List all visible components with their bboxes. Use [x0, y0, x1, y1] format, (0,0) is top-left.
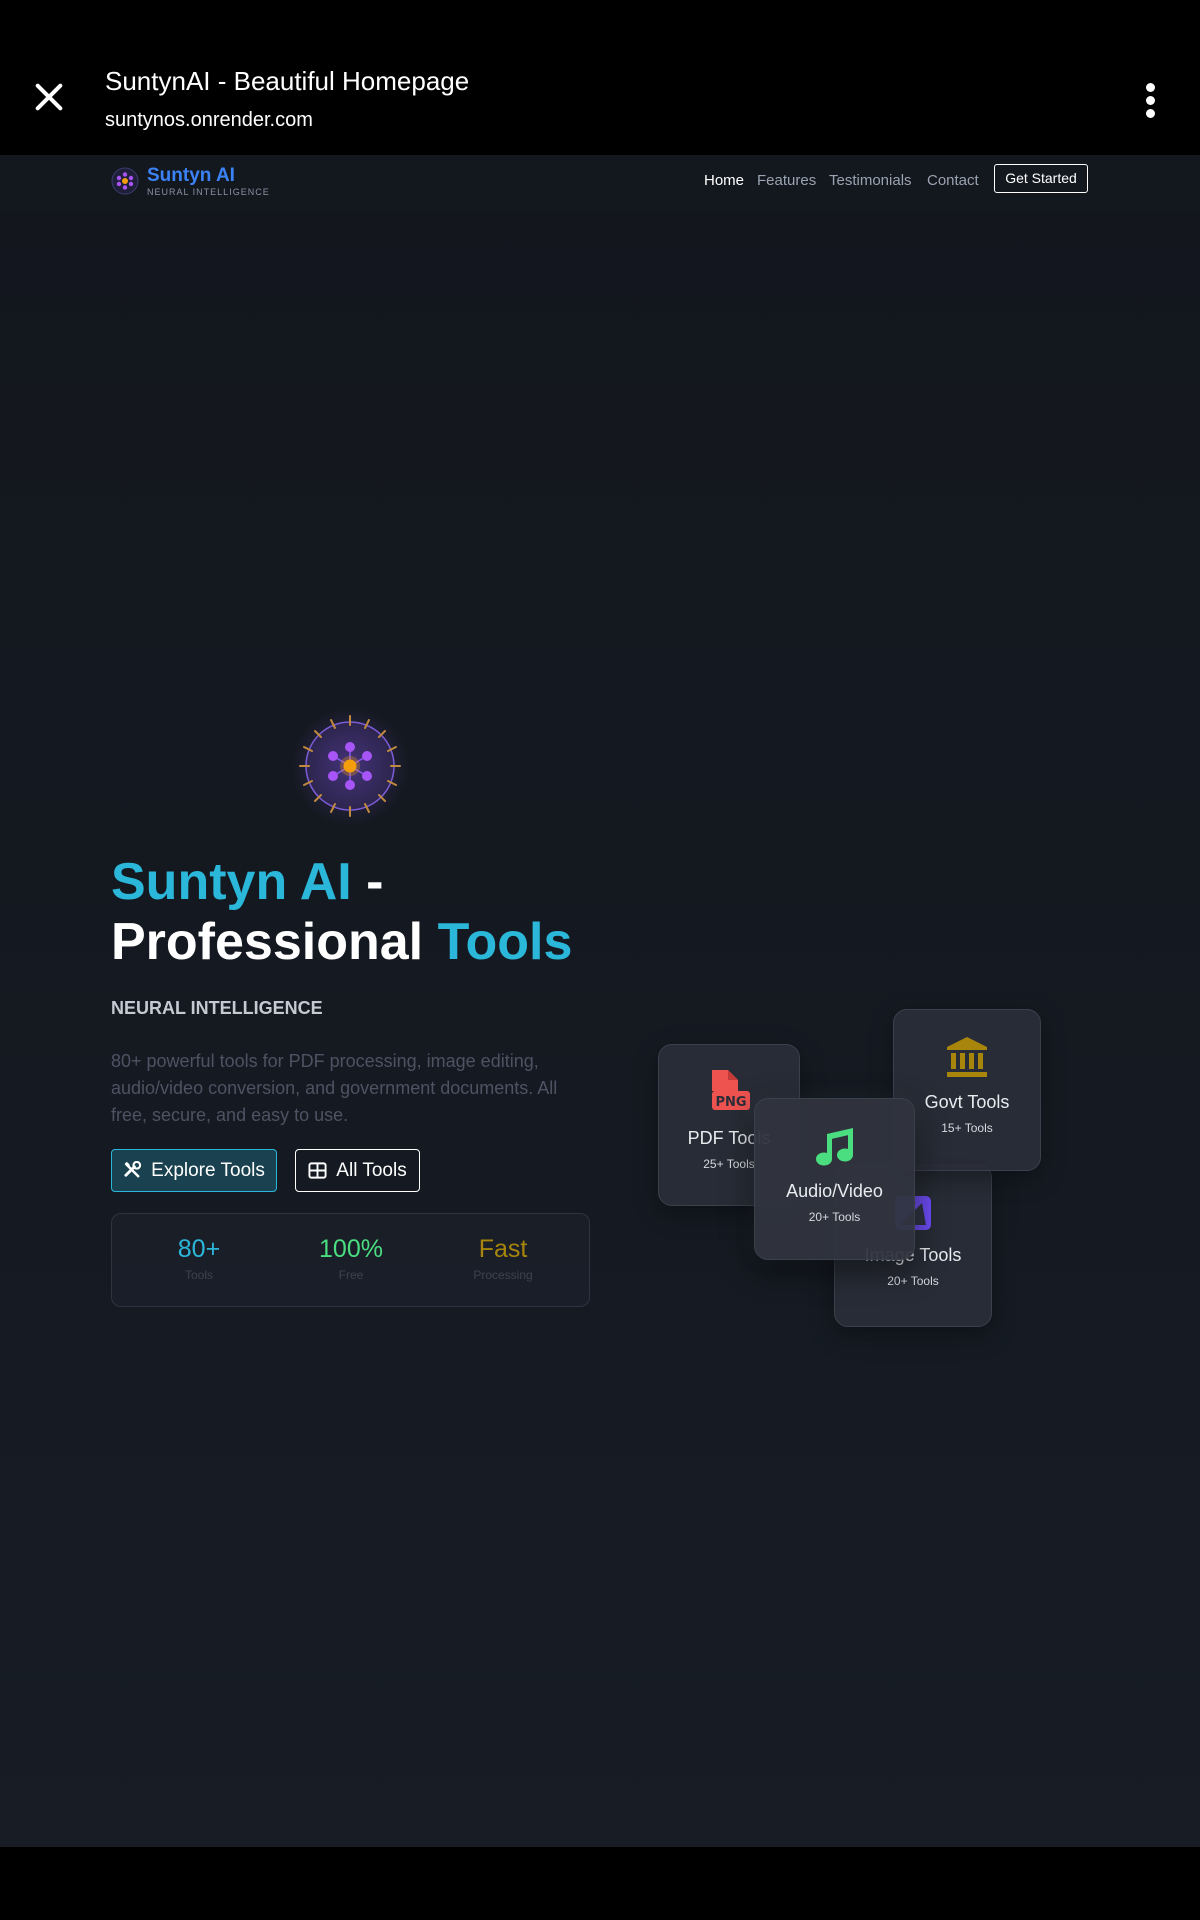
tools-icon: [124, 1161, 142, 1178]
stat-tools: 80+ Tools: [124, 1234, 274, 1282]
stat-label: Processing: [473, 1268, 533, 1282]
site-navbar: Suntyn AI NEURAL INTELLIGENCE Home Featu…: [0, 155, 1200, 210]
web-page: Suntyn AI NEURAL INTELLIGENCE Home Featu…: [0, 155, 1200, 1847]
svg-text:PNG: PNG: [715, 1095, 746, 1110]
brand-tagline: NEURAL INTELLIGENCE: [147, 187, 270, 197]
nav-link-contact[interactable]: Contact: [927, 172, 979, 189]
stat-value: Fast: [478, 1235, 528, 1263]
brand-name[interactable]: Suntyn AI: [147, 165, 235, 187]
hero-title-brand: Suntyn AI: [111, 853, 352, 911]
browser-toolbar: SuntynAI - Beautiful Homepage suntynos.o…: [0, 0, 1200, 155]
neural-network-icon: [299, 715, 401, 817]
nav-link-features[interactable]: Features: [757, 172, 816, 189]
card-count: 20+ Tools: [808, 1210, 861, 1224]
govt-tools-card[interactable]: Govt Tools 15+ Tools: [893, 1009, 1041, 1171]
stats-panel: 80+ Tools 100% Free Fast Processing: [111, 1213, 590, 1307]
card-title: Audio/Video: [786, 1181, 883, 1201]
page-url[interactable]: suntynos.onrender.com: [105, 109, 313, 132]
explore-tools-label: Explore Tools: [151, 1159, 265, 1181]
hero-title-dash: -: [351, 853, 384, 911]
hero-title-professional: Professional: [111, 913, 438, 971]
hero-title-tools: Tools: [437, 913, 573, 971]
all-tools-label: All Tools: [336, 1159, 407, 1181]
get-started-button[interactable]: Get Started: [994, 164, 1088, 193]
hero-description: 80+ powerful tools for PDF processing, i…: [111, 1051, 558, 1125]
stat-free: 100% Free: [276, 1234, 426, 1282]
all-tools-button[interactable]: All Tools: [295, 1149, 420, 1192]
stat-label: Tools: [184, 1268, 213, 1282]
hero-title: Suntyn AI - Professional Tools: [111, 852, 631, 972]
close-icon[interactable]: [30, 78, 68, 116]
landmark-icon: [947, 1037, 987, 1077]
explore-tools-button[interactable]: Explore Tools: [111, 1149, 277, 1192]
music-icon: [815, 1128, 853, 1166]
stat-value: 100%: [319, 1235, 383, 1263]
nav-link-home[interactable]: Home: [704, 172, 744, 189]
page-title: SuntynAI - Beautiful Homepage: [105, 66, 470, 96]
card-title: Govt Tools: [924, 1092, 1010, 1112]
card-count: 15+ Tools: [941, 1121, 993, 1135]
nav-link-testimonials[interactable]: Testimonials: [829, 172, 912, 189]
stat-value: 80+: [177, 1235, 221, 1263]
card-count: 20+ Tools: [887, 1274, 939, 1288]
stat-label: Free: [338, 1268, 364, 1282]
more-options-icon[interactable]: [1138, 80, 1164, 120]
hero-subtitle: NEURAL INTELLIGENCE: [111, 998, 323, 1018]
stat-fast: Fast Processing: [428, 1234, 578, 1282]
audio-video-tools-card[interactable]: Audio/Video 20+ Tools: [754, 1098, 915, 1260]
logo-icon[interactable]: [111, 167, 139, 195]
bottom-system-bar: [0, 1847, 1200, 1920]
file-png-icon: PNG: [712, 1070, 750, 1110]
grid-icon: [308, 1162, 327, 1179]
